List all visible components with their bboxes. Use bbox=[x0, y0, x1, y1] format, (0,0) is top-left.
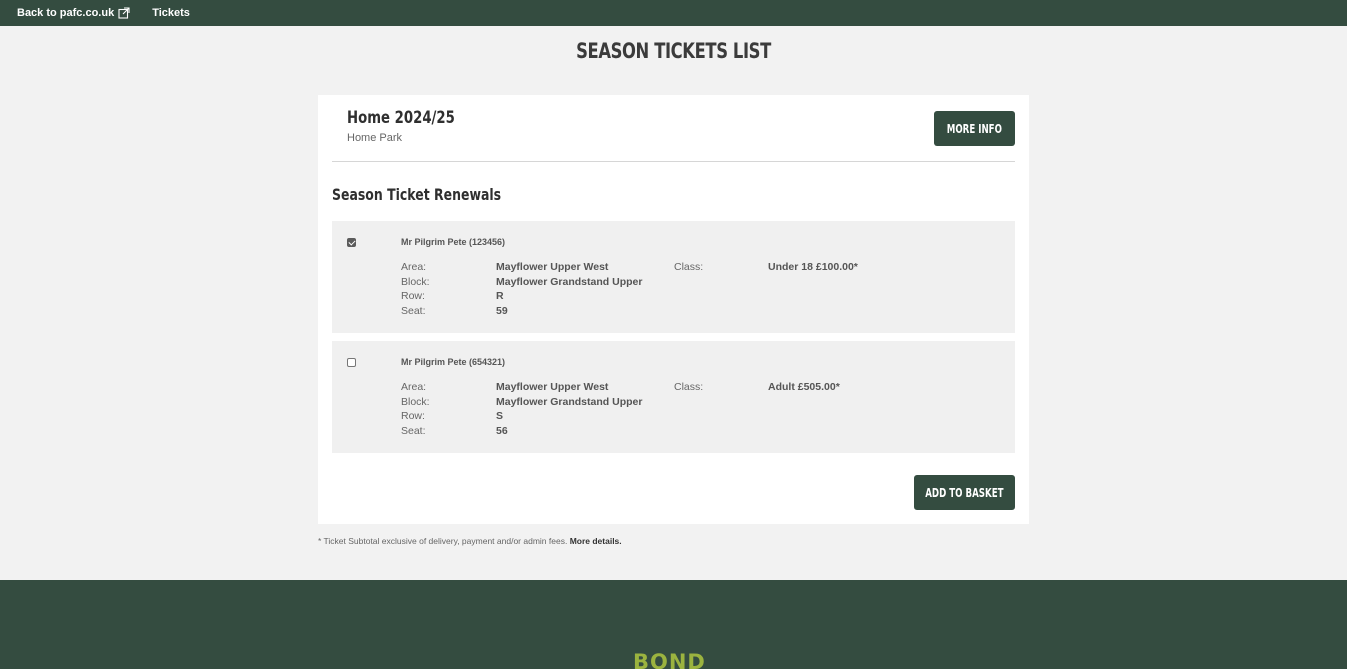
seat-label: Seat: bbox=[401, 425, 426, 437]
block-label: Block: bbox=[401, 276, 430, 288]
seat-label: Seat: bbox=[401, 305, 426, 317]
area-label: Area: bbox=[401, 261, 427, 273]
season-ticket-card: Home 2024/25 Home Park MORE INFO Season … bbox=[318, 95, 1029, 524]
external-link-icon bbox=[118, 7, 130, 19]
area-value: Mayflower Upper West bbox=[496, 261, 609, 273]
top-nav-bar: Back to pafc.co.uk Tickets bbox=[0, 0, 1347, 26]
block-value: Mayflower Grandstand Upper bbox=[496, 276, 643, 288]
renewals-title: Season Ticket Renewals bbox=[332, 185, 502, 204]
renewal-checkbox[interactable] bbox=[347, 358, 356, 367]
page-title: SEASON TICKETS LIST bbox=[576, 39, 771, 63]
class-value: Adult £505.00* bbox=[768, 381, 840, 393]
class-value: Under 18 £100.00* bbox=[768, 261, 858, 273]
subtotal-note-text: * Ticket Subtotal exclusive of delivery,… bbox=[318, 536, 568, 546]
back-link-label: Back to pafc.co.uk bbox=[17, 7, 115, 19]
row-value: R bbox=[496, 290, 504, 302]
area-value: Mayflower Upper West bbox=[496, 381, 609, 393]
tickets-link[interactable]: Tickets bbox=[152, 7, 190, 19]
row-label: Row: bbox=[401, 290, 425, 302]
block-label: Block: bbox=[401, 396, 430, 408]
back-to-site-link[interactable]: Back to pafc.co.uk bbox=[17, 7, 130, 19]
class-label: Class: bbox=[674, 261, 704, 273]
more-info-button[interactable]: MORE INFO bbox=[934, 111, 1015, 146]
season-venue: Home Park bbox=[347, 132, 403, 144]
ticket-holder: Mr Pilgrim Pete (654321) bbox=[401, 357, 506, 367]
season-name: Home 2024/25 bbox=[347, 108, 455, 128]
ticket-holder: Mr Pilgrim Pete (123456) bbox=[401, 237, 506, 247]
seat-value: 56 bbox=[496, 425, 508, 437]
row-value: S bbox=[496, 410, 504, 422]
subtotal-note: * Ticket Subtotal exclusive of delivery,… bbox=[318, 536, 622, 546]
footer: BOND bbox=[0, 580, 1347, 669]
block-value: Mayflower Grandstand Upper bbox=[496, 396, 643, 408]
class-label: Class: bbox=[674, 381, 704, 393]
renewal-item: Mr Pilgrim Pete (123456) Area: Block: Ro… bbox=[332, 221, 1015, 333]
footer-logo: BOND bbox=[633, 650, 706, 669]
seat-value: 59 bbox=[496, 305, 508, 317]
season-header: Home 2024/25 Home Park MORE INFO bbox=[332, 95, 1015, 162]
renewal-item: Mr Pilgrim Pete (654321) Area: Block: Ro… bbox=[332, 341, 1015, 453]
renewal-checkbox[interactable] bbox=[347, 238, 356, 247]
more-details-link[interactable]: More details. bbox=[570, 536, 622, 546]
add-to-basket-button[interactable]: ADD TO BASKET bbox=[914, 475, 1015, 510]
area-label: Area: bbox=[401, 381, 427, 393]
row-label: Row: bbox=[401, 410, 425, 422]
